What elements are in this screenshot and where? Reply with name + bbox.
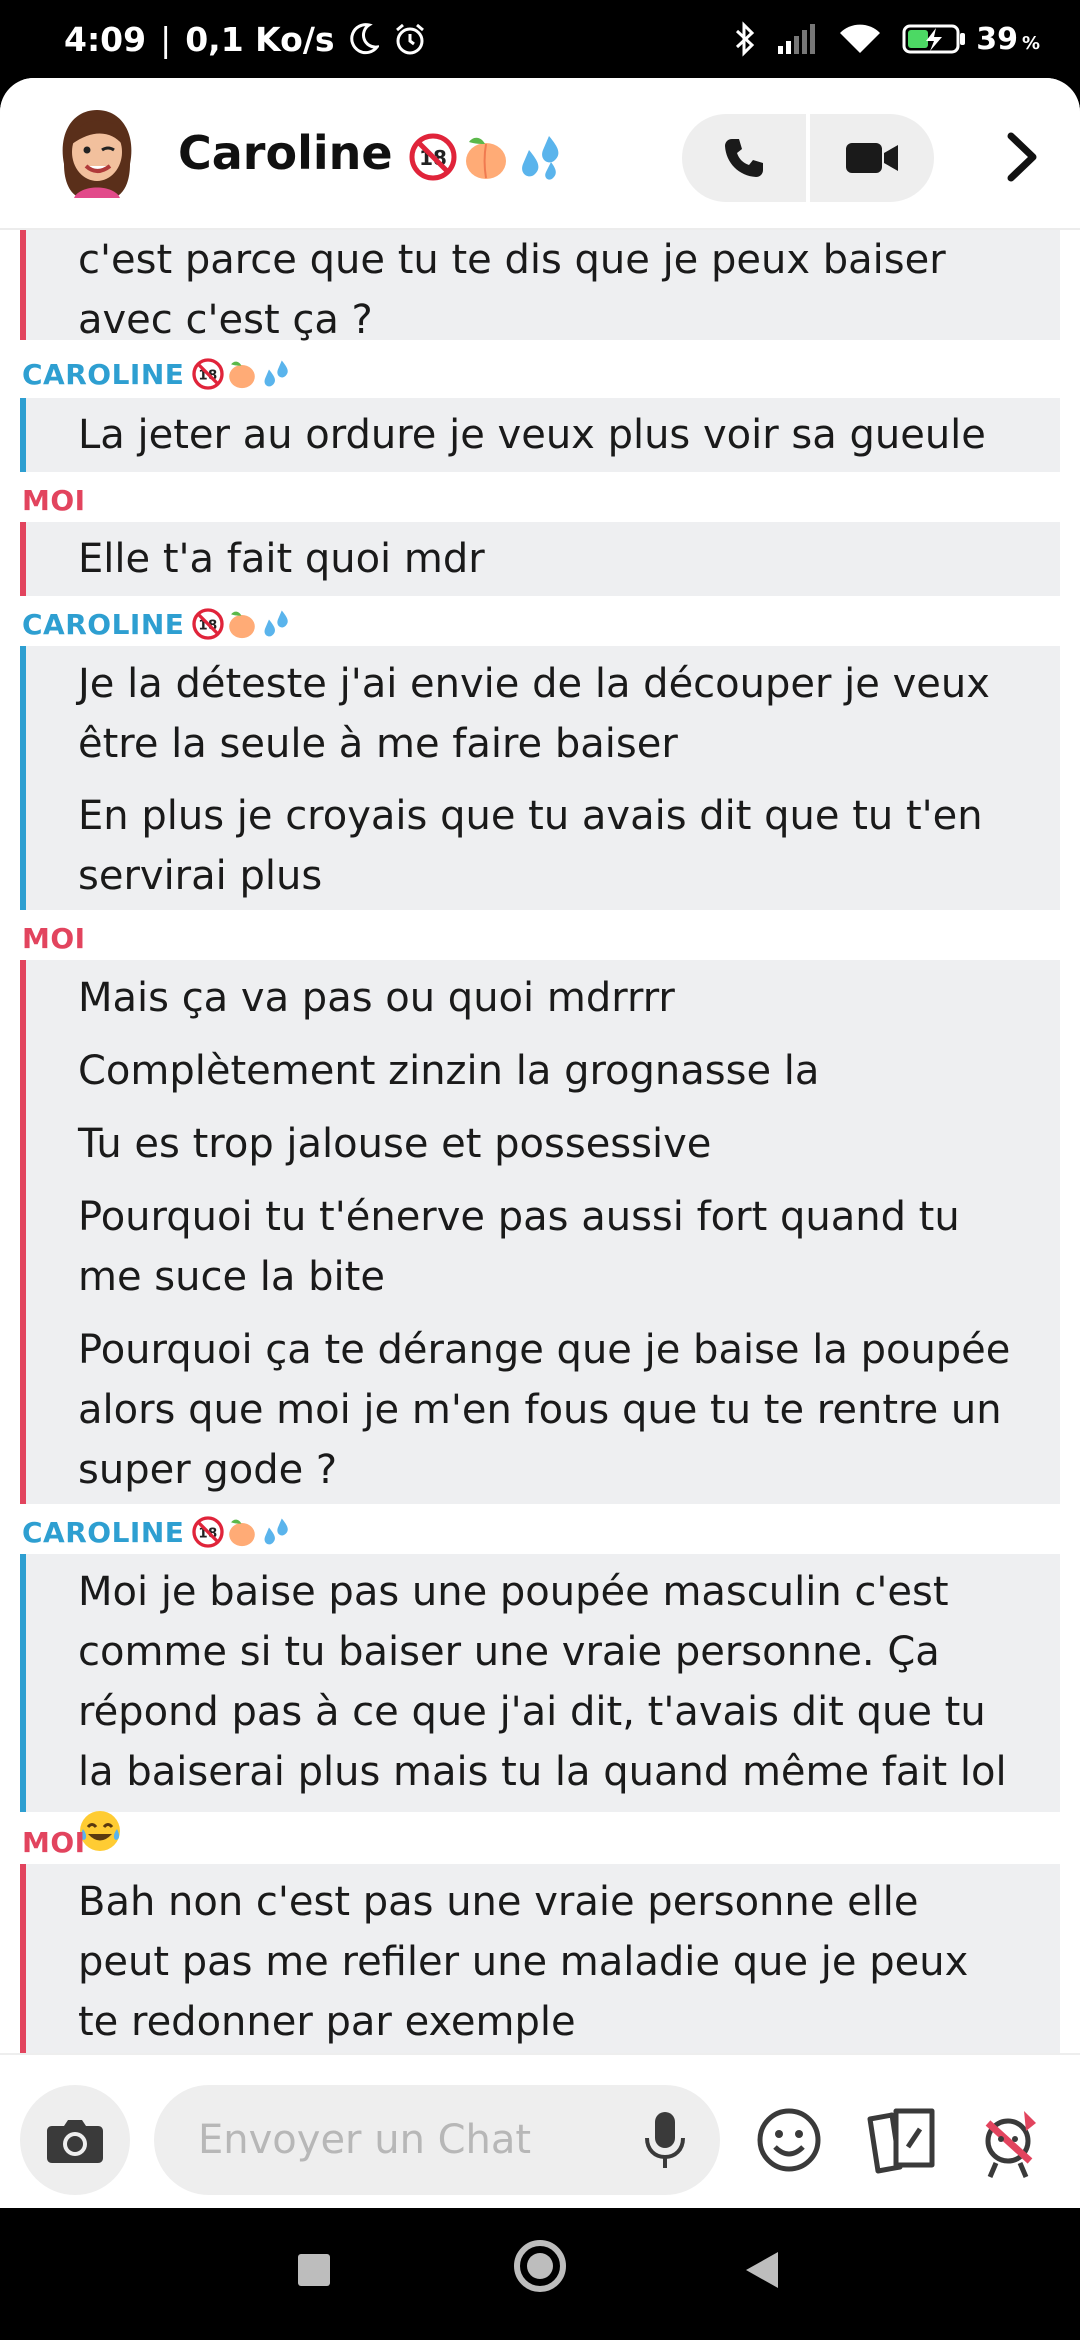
- message-text: Bah non c'est pas une vraie personne ell…: [78, 1879, 969, 2045]
- message-block-me: Elle t'a fait quoi mdr: [20, 522, 1060, 596]
- sender-name: MOI: [22, 483, 86, 517]
- sender-label-me: MOI: [22, 1820, 86, 1864]
- message-text-content: Moi je baise pas une poupée masculin c'e…: [78, 1569, 1007, 1795]
- sender-badges: 18: [192, 358, 292, 390]
- chevron-right-button[interactable]: [994, 124, 1050, 190]
- message-block-me: c'est parce que tu te dis que je peux ba…: [20, 230, 1060, 343]
- message-text: Moi je baise pas une poupée masculin c'e…: [78, 1562, 1020, 1862]
- sender-label-me: MOI: [22, 478, 86, 522]
- sender-name: MOI: [22, 1825, 86, 1859]
- message-text: Elle t'a fait quoi mdr: [78, 536, 485, 582]
- chat-input[interactable]: Envoyer un Chat: [154, 2085, 720, 2195]
- peach-icon: [465, 137, 506, 179]
- status-right: 39%: [734, 21, 1040, 57]
- voice-call-button[interactable]: [682, 114, 806, 202]
- sender-name: CAROLINE: [22, 1515, 185, 1549]
- chat-input-placeholder: Envoyer un Chat: [198, 2117, 532, 2163]
- message-text: En plus je croyais que tu avais dit que …: [78, 793, 983, 899]
- back-button[interactable]: [744, 2250, 780, 2294]
- status-separator: |: [160, 19, 172, 59]
- sender-name: MOI: [22, 921, 86, 955]
- battery-unit: %: [1021, 32, 1040, 54]
- message-text: Pourquoi tu t'énerve pas aussi fort quan…: [78, 1194, 960, 1300]
- contact-name-row[interactable]: Caroline 18: [178, 126, 565, 182]
- alarm-icon: [393, 22, 427, 56]
- recents-button[interactable]: [298, 2254, 330, 2286]
- name-badges: 18: [409, 132, 565, 182]
- chat-header: Caroline 18: [0, 78, 1080, 230]
- cards-icon: [867, 2108, 935, 2174]
- chevron-right-icon: [1007, 132, 1037, 182]
- sender-name: CAROLINE: [22, 607, 185, 641]
- chat-input-bar: Envoyer un Chat: [0, 2053, 1080, 2208]
- system-nav-bar: [0, 2208, 1080, 2340]
- avatar[interactable]: [54, 104, 140, 200]
- battery-percent: 39: [976, 21, 1018, 57]
- 18-plus-icon: 18: [192, 608, 225, 640]
- mic-button[interactable]: [640, 2110, 690, 2170]
- status-bar: 4:09 | 0,1 Ko/s 39%: [0, 0, 1080, 78]
- sender-badges: 18: [192, 608, 292, 640]
- cards-button[interactable]: [866, 2105, 938, 2175]
- smiley-icon: [757, 2108, 821, 2172]
- 18-plus-icon: 18: [409, 133, 457, 180]
- peach-icon: [229, 361, 256, 389]
- sender-name: CAROLINE: [22, 357, 185, 391]
- message-text: Tu es trop jalouse et possessive: [78, 1121, 712, 1167]
- call-actions: [682, 114, 934, 202]
- message-block-me: Mais ça va pas ou quoi mdrrrr Complèteme…: [20, 960, 1060, 1504]
- back-triangle-icon: [746, 2252, 778, 2288]
- status-net-speed: 0,1 Ko/s: [185, 19, 335, 59]
- home-button[interactable]: [514, 2240, 566, 2292]
- droplets-icon: [264, 1518, 289, 1545]
- message-text: Complètement zinzin la grognasse la: [78, 1048, 820, 1094]
- message-block-them: Moi je baise pas une poupée masculin c'e…: [20, 1554, 1060, 1851]
- battery-indicator: 39%: [902, 22, 1040, 57]
- mic-icon: [645, 2112, 685, 2168]
- message-text: La jeter au ordure je veux plus voir sa …: [78, 412, 986, 458]
- video-icon: [845, 143, 898, 173]
- sender-label-them: CAROLINE 18: [22, 352, 292, 396]
- snapchat-chat-screen: Caroline 18 c'est parce que tu te dis qu…: [0, 78, 1080, 2208]
- bluetooth-icon: [734, 21, 756, 57]
- droplets-icon: [264, 610, 289, 637]
- peach-icon: [229, 1519, 256, 1547]
- message-block-them: Je la déteste j'ai envie de la découper …: [20, 646, 1060, 910]
- phone-icon: [725, 139, 764, 177]
- status-time: 4:09: [64, 19, 147, 59]
- camera-button[interactable]: [20, 2085, 130, 2195]
- message-text: Je la déteste j'ai envie de la découper …: [78, 661, 990, 767]
- sender-label-me: MOI: [22, 916, 86, 960]
- 18-plus-icon: 18: [192, 358, 225, 390]
- message-text: c'est parce que tu te dis que je peux ba…: [78, 237, 946, 343]
- droplets-icon: [264, 360, 289, 387]
- droplets-icon: [521, 135, 558, 180]
- contact-name: Caroline: [178, 126, 393, 180]
- message-text: Mais ça va pas ou quoi mdrrrr: [78, 975, 675, 1021]
- moon-icon: [349, 23, 379, 55]
- message-list[interactable]: c'est parce que tu te dis que je peux ba…: [0, 230, 1080, 2130]
- sticker-button[interactable]: [756, 2107, 822, 2173]
- video-call-button[interactable]: [810, 114, 934, 202]
- status-left: 4:09 | 0,1 Ko/s: [64, 20, 427, 59]
- bitmoji-button[interactable]: [974, 2101, 1048, 2181]
- camera-icon: [47, 2120, 103, 2163]
- peach-icon: [229, 611, 256, 639]
- 18-plus-icon: 18: [192, 1516, 225, 1548]
- message-text: Pourquoi ça te dérange que je baise la p…: [78, 1327, 1011, 1493]
- battery-icon: [902, 24, 966, 54]
- signal-icon: [778, 24, 818, 54]
- bitmoji-icon: [985, 2111, 1036, 2178]
- sender-label-them: CAROLINE 18: [22, 602, 292, 646]
- message-block-them: La jeter au ordure je veux plus voir sa …: [20, 398, 1060, 472]
- sender-label-them: CAROLINE 18: [22, 1510, 292, 1554]
- wifi-icon: [840, 24, 881, 54]
- sender-badges: 18: [192, 1516, 292, 1548]
